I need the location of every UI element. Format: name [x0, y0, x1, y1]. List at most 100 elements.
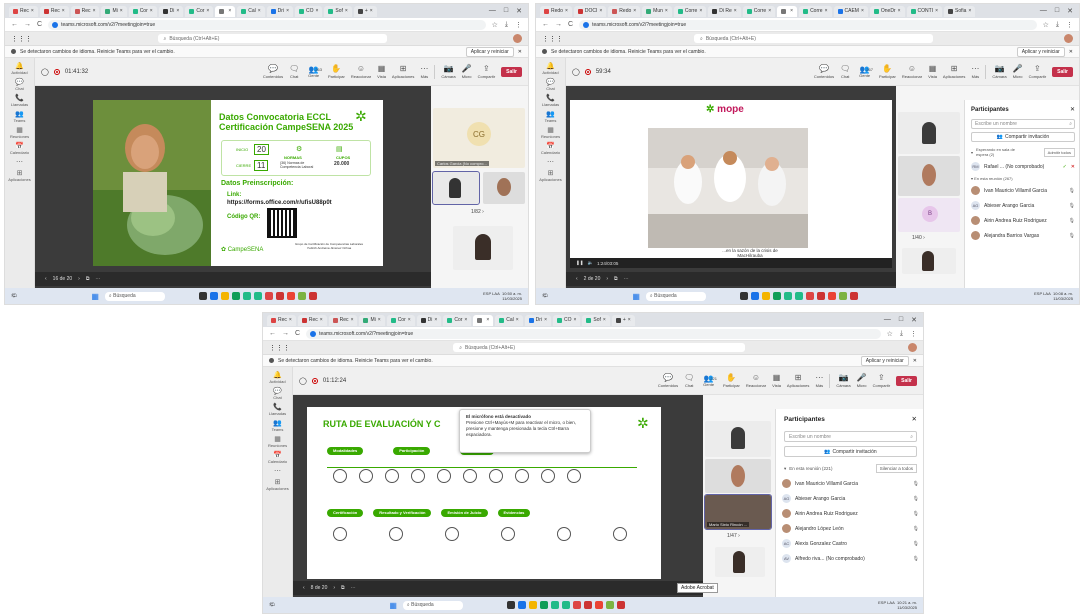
- rail-item[interactable]: ⊞ Aplicaciones: [539, 169, 561, 182]
- browser-tab[interactable]: Cor ×: [185, 5, 214, 17]
- reload-icon[interactable]: C: [295, 330, 300, 337]
- rail-item[interactable]: ⋯: [274, 467, 281, 475]
- close-icon[interactable]: ×: [573, 317, 576, 323]
- browser-tab[interactable]: ×: [473, 314, 494, 326]
- close-icon[interactable]: ×: [935, 8, 938, 14]
- meeting-control-chat[interactable]: 🗨 Chat: [840, 64, 850, 79]
- next-slide-icon[interactable]: ›: [78, 276, 80, 282]
- taskbar-app-icon[interactable]: [550, 601, 559, 609]
- back-icon[interactable]: ←: [11, 21, 18, 28]
- taskbar-app-icon[interactable]: [750, 292, 759, 300]
- mic-muted-icon[interactable]: 🎙: [1069, 218, 1075, 224]
- close-icon[interactable]: ×: [665, 8, 668, 14]
- close-icon[interactable]: ×: [565, 8, 568, 14]
- participant-row[interactable]: Ivan Mauricio Villamil Garcia 🎙: [776, 476, 923, 491]
- taskbar-app-icon[interactable]: [739, 292, 748, 300]
- browser-tab[interactable]: Redo ×: [608, 5, 641, 17]
- close-icon[interactable]: ✕: [518, 49, 522, 55]
- rail-item[interactable]: 📅 Calendario: [268, 451, 287, 464]
- taskbar-app-icon[interactable]: [506, 601, 515, 609]
- close-icon[interactable]: ×: [968, 8, 971, 14]
- search-input[interactable]: ⌕ Búsqueda (Ctrl+Alt+E): [453, 343, 745, 352]
- close-icon[interactable]: ×: [351, 317, 354, 323]
- meeting-control-reaccionar[interactable]: ☺ Reaccionar: [902, 64, 922, 79]
- taskbar-app-icon[interactable]: [198, 292, 207, 300]
- more-icon[interactable]: ⋯: [624, 276, 629, 282]
- in-meeting-section[interactable]: ▾ En esta reunión (221) Silenciar a todos: [776, 461, 923, 476]
- rail-item[interactable]: 📅 Calendario: [541, 142, 560, 155]
- url-field[interactable]: teams.microsoft.com/v2/?meetingjoin=true: [579, 19, 1037, 30]
- browser-tab[interactable]: CONTI ×: [906, 5, 943, 17]
- rail-item[interactable]: ⋯: [16, 158, 23, 166]
- apply-restart-button[interactable]: Aplicar y reiniciar: [465, 46, 514, 57]
- close-icon[interactable]: ×: [378, 317, 381, 323]
- participant-tile[interactable]: [705, 459, 771, 493]
- search-input[interactable]: ⌕ Búsqueda (Ctrl+Alt+E): [157, 34, 388, 43]
- menu-icon[interactable]: ⋮: [1066, 21, 1073, 29]
- taskbar-app-icon[interactable]: [264, 292, 273, 300]
- forward-icon[interactable]: →: [24, 21, 31, 28]
- browser-tab[interactable]: Cor ×: [128, 5, 157, 17]
- browser-tab[interactable]: CAEM ×: [833, 5, 868, 17]
- taskbar-app-icon[interactable]: [783, 292, 792, 300]
- next-slide-icon[interactable]: ›: [333, 585, 335, 591]
- browser-tab[interactable]: Cal ×: [495, 314, 523, 326]
- taskbar-app-icon[interactable]: [253, 292, 262, 300]
- rail-item[interactable]: 📞 Llamadas: [542, 94, 559, 107]
- rail-item[interactable]: ⊞ Aplicaciones: [8, 169, 30, 182]
- close-icon[interactable]: ×: [434, 317, 437, 323]
- taskbar-search[interactable]: ⌕ Búsqueda: [645, 291, 706, 301]
- meeting-control-reaccionar[interactable]: ☺ Reaccionar: [351, 64, 371, 79]
- mic-muted-icon[interactable]: 🎙: [913, 511, 919, 517]
- close-icon[interactable]: ✕: [912, 415, 917, 423]
- participant-row[interactable]: AG Abieser Arango Garcia 🎙: [776, 491, 923, 506]
- close-icon[interactable]: ×: [699, 8, 702, 14]
- taskbar-app-icon[interactable]: [209, 292, 218, 300]
- rail-item[interactable]: 🔔 Actividad: [11, 62, 27, 75]
- close-icon[interactable]: ×: [408, 317, 411, 323]
- waiting-person[interactable]: RM Rafael ... (No comprobado) ✓ ✕: [965, 159, 1079, 174]
- participant-row[interactable]: AV Alfredo riva... (No comprobado) 🎙: [776, 551, 923, 566]
- mic-muted-icon[interactable]: 🎙: [913, 481, 919, 487]
- browser-tab[interactable]: Cal ×: [237, 5, 265, 17]
- media-control[interactable]: 📷 Cámara: [836, 373, 850, 388]
- popout-icon[interactable]: ⧉: [341, 585, 345, 591]
- browser-tab[interactable]: Di Re ×: [708, 5, 741, 17]
- meeting-control-contenidos[interactable]: 💬 Contenidos: [814, 64, 834, 79]
- participant-row[interactable]: Alejandro López León 🎙: [776, 521, 923, 536]
- close-icon[interactable]: ×: [599, 8, 602, 14]
- taskbar-app-icon[interactable]: [827, 292, 836, 300]
- close-icon[interactable]: ×: [93, 8, 96, 14]
- windows-start-icon[interactable]: ▦: [632, 292, 640, 301]
- mute-all-button[interactable]: Silenciar a todos: [875, 464, 917, 473]
- star-icon[interactable]: ☆: [492, 21, 498, 29]
- apply-restart-button[interactable]: Aplicar y reiniciar: [860, 355, 909, 366]
- browser-tab[interactable]: Dri ×: [524, 314, 551, 326]
- browser-tab[interactable]: CO ×: [294, 5, 323, 17]
- close-icon[interactable]: ×: [370, 8, 373, 14]
- browser-tab[interactable]: Mun ×: [642, 5, 672, 17]
- rail-item[interactable]: 👥 Teams: [14, 110, 26, 123]
- taskbar-app-icon[interactable]: [231, 292, 240, 300]
- close-icon[interactable]: ×: [603, 317, 606, 323]
- avatar[interactable]: [1064, 34, 1073, 43]
- windows-start-icon[interactable]: ▦: [389, 601, 397, 610]
- taskbar-app-icon[interactable]: [616, 601, 625, 609]
- browser-tab[interactable]: Rec ×: [267, 314, 296, 326]
- close-icon[interactable]: ×: [320, 317, 323, 323]
- prev-slide-icon[interactable]: ‹: [576, 276, 578, 282]
- browser-tab[interactable]: Mi ×: [359, 314, 385, 326]
- browser-tab[interactable]: Cor ×: [443, 314, 472, 326]
- taskbar-app-icon[interactable]: [517, 601, 526, 609]
- taskbar-search[interactable]: ⌕ Búsqueda: [104, 291, 165, 301]
- close-icon[interactable]: ×: [628, 317, 631, 323]
- media-control[interactable]: 🎤 Micro: [462, 64, 472, 79]
- taskbar-app-icon[interactable]: [297, 292, 306, 300]
- maximize-icon[interactable]: □: [1055, 7, 1059, 15]
- browser-tab[interactable]: Corre ×: [673, 5, 707, 17]
- taskbar-app-icon[interactable]: [816, 292, 825, 300]
- rail-item[interactable]: 🔔 Actividad: [542, 62, 558, 75]
- download-icon[interactable]: ⤓: [505, 21, 508, 29]
- taskbar-app-icon[interactable]: [242, 292, 251, 300]
- download-icon[interactable]: ⤓: [900, 330, 903, 338]
